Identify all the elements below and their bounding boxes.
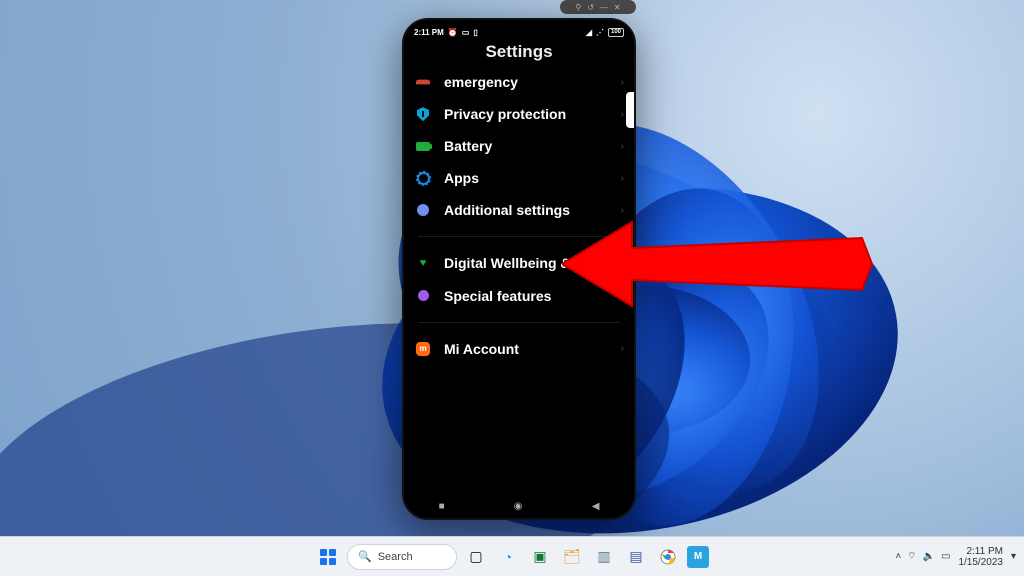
app-icon[interactable]: ▣ <box>527 544 553 570</box>
row-label: Mi Account <box>444 341 609 357</box>
close-icon[interactable]: ✕ <box>614 3 621 12</box>
chevron-right-icon: › <box>621 173 624 184</box>
taskbar-clock[interactable]: 2:11 PM 1/15/2023 <box>958 546 1003 568</box>
circle-icon <box>417 204 429 216</box>
alarm-icon: ⏰ <box>448 28 458 37</box>
signal-icon: ◢ <box>586 28 592 37</box>
taskbar-center: 🔍 Search ▢ ◔ ▣ 🗂 ▥ ▤ M <box>315 544 709 570</box>
taskbar: 🔍 Search ▢ ◔ ▣ 🗂 ▥ ▤ M ˄ ⌔ 🔈 ▭ 2:11 PM 1… <box>0 536 1024 576</box>
row-label: Battery <box>444 138 609 154</box>
heart-icon: ♥ <box>420 258 427 269</box>
chevron-right-icon: › <box>621 77 624 88</box>
notifications-button[interactable]: ▾ <box>1011 551 1016 562</box>
minimize-icon[interactable]: — <box>600 3 608 12</box>
status-bar: 2:11 PM ⏰ ▭ ▯ ◢ ⋰ 100 <box>404 20 634 40</box>
pin-icon[interactable]: ⚲ <box>575 3 581 12</box>
row-label: Additional settings <box>444 202 609 218</box>
settings-row-special[interactable]: Special features › <box>414 280 624 312</box>
row-label: Apps <box>444 170 609 186</box>
tray-icons[interactable]: ˄ ⌔ 🔈 ▭ <box>895 550 950 563</box>
home-button[interactable]: ◉ <box>514 501 523 512</box>
chevron-right-icon: › <box>621 205 624 216</box>
settings-row-apps[interactable]: Apps › <box>414 162 624 194</box>
tray-chevron-icon[interactable]: ˄ <box>895 551 901 562</box>
explorer-icon[interactable]: 🗂 <box>559 544 585 570</box>
chrome-icon[interactable] <box>655 544 681 570</box>
scrcpy-icon[interactable]: M <box>687 546 709 568</box>
taskbar-search[interactable]: 🔍 Search <box>347 544 457 570</box>
settings-row-wellbeing[interactable]: ♥ Digital Wellbeing & pa… › <box>414 247 624 279</box>
chevron-right-icon: › <box>621 109 624 120</box>
screen-edge-tape <box>626 92 636 128</box>
clock-date: 1/15/2023 <box>958 557 1003 568</box>
settings-row-privacy[interactable]: Privacy protection › <box>414 98 624 130</box>
gear-icon <box>417 172 430 185</box>
app-icon-3[interactable]: ▤ <box>623 544 649 570</box>
battery-icon[interactable]: ▭ <box>941 551 950 562</box>
task-view-button[interactable]: ▢ <box>463 544 489 570</box>
android-navbar: ■ ◉ ◀ <box>404 501 634 512</box>
chevron-right-icon: › <box>621 290 624 301</box>
phone-mirror: 2:11 PM ⏰ ▭ ▯ ◢ ⋰ 100 Settings emergency… <box>402 18 636 520</box>
page-title: Settings <box>404 42 634 62</box>
search-placeholder: Search <box>378 551 413 563</box>
settings-row-emergency[interactable]: emergency › <box>414 66 624 98</box>
menu-separator <box>418 322 620 323</box>
scrcpy-window-controls[interactable]: ⚲ ↺ — ✕ <box>560 0 636 14</box>
menu-separator <box>418 236 620 237</box>
row-label: Privacy protection <box>444 106 609 122</box>
edge-icon[interactable]: ◔ <box>495 544 521 570</box>
volume-icon[interactable]: 🔈 <box>923 551 935 562</box>
sim-icon: ▯ <box>473 28 477 37</box>
battery-icon <box>416 142 430 151</box>
back-button[interactable]: ◀ <box>592 501 600 512</box>
start-button[interactable] <box>315 544 341 570</box>
wifi-icon: ⋰ <box>596 28 604 37</box>
chevron-right-icon: › <box>621 258 624 269</box>
settings-row-additional[interactable]: Additional settings › <box>414 194 624 226</box>
settings-row-mi-account[interactable]: m Mi Account › <box>414 333 624 365</box>
status-time: 2:11 PM <box>414 28 444 37</box>
wifi-icon[interactable]: ⌔ <box>907 550 916 563</box>
chevron-right-icon: › <box>621 141 624 152</box>
card-icon: ▭ <box>462 28 470 37</box>
clock-time: 2:11 PM <box>958 546 1003 557</box>
mi-icon: m <box>416 342 430 356</box>
row-label: Digital Wellbeing & pa… <box>444 255 609 271</box>
shield-icon <box>417 107 429 121</box>
chevron-right-icon: › <box>621 343 624 354</box>
recents-button[interactable]: ■ <box>439 501 445 512</box>
system-tray: ˄ ⌔ 🔈 ▭ 2:11 PM 1/15/2023 ▾ <box>895 546 1016 568</box>
windows-logo-icon <box>320 549 336 565</box>
settings-menu: emergency › Privacy protection › Battery… <box>404 66 634 365</box>
search-icon: 🔍 <box>358 550 372 563</box>
undo-icon[interactable]: ↺ <box>587 3 594 12</box>
wand-icon <box>418 290 429 301</box>
app-icon-2[interactable]: ▥ <box>591 544 617 570</box>
battery-pct: 100 <box>608 28 624 37</box>
settings-row-battery[interactable]: Battery › <box>414 130 624 162</box>
row-label: emergency <box>444 74 609 90</box>
row-label: Special features <box>444 288 609 304</box>
sos-icon <box>416 80 430 85</box>
